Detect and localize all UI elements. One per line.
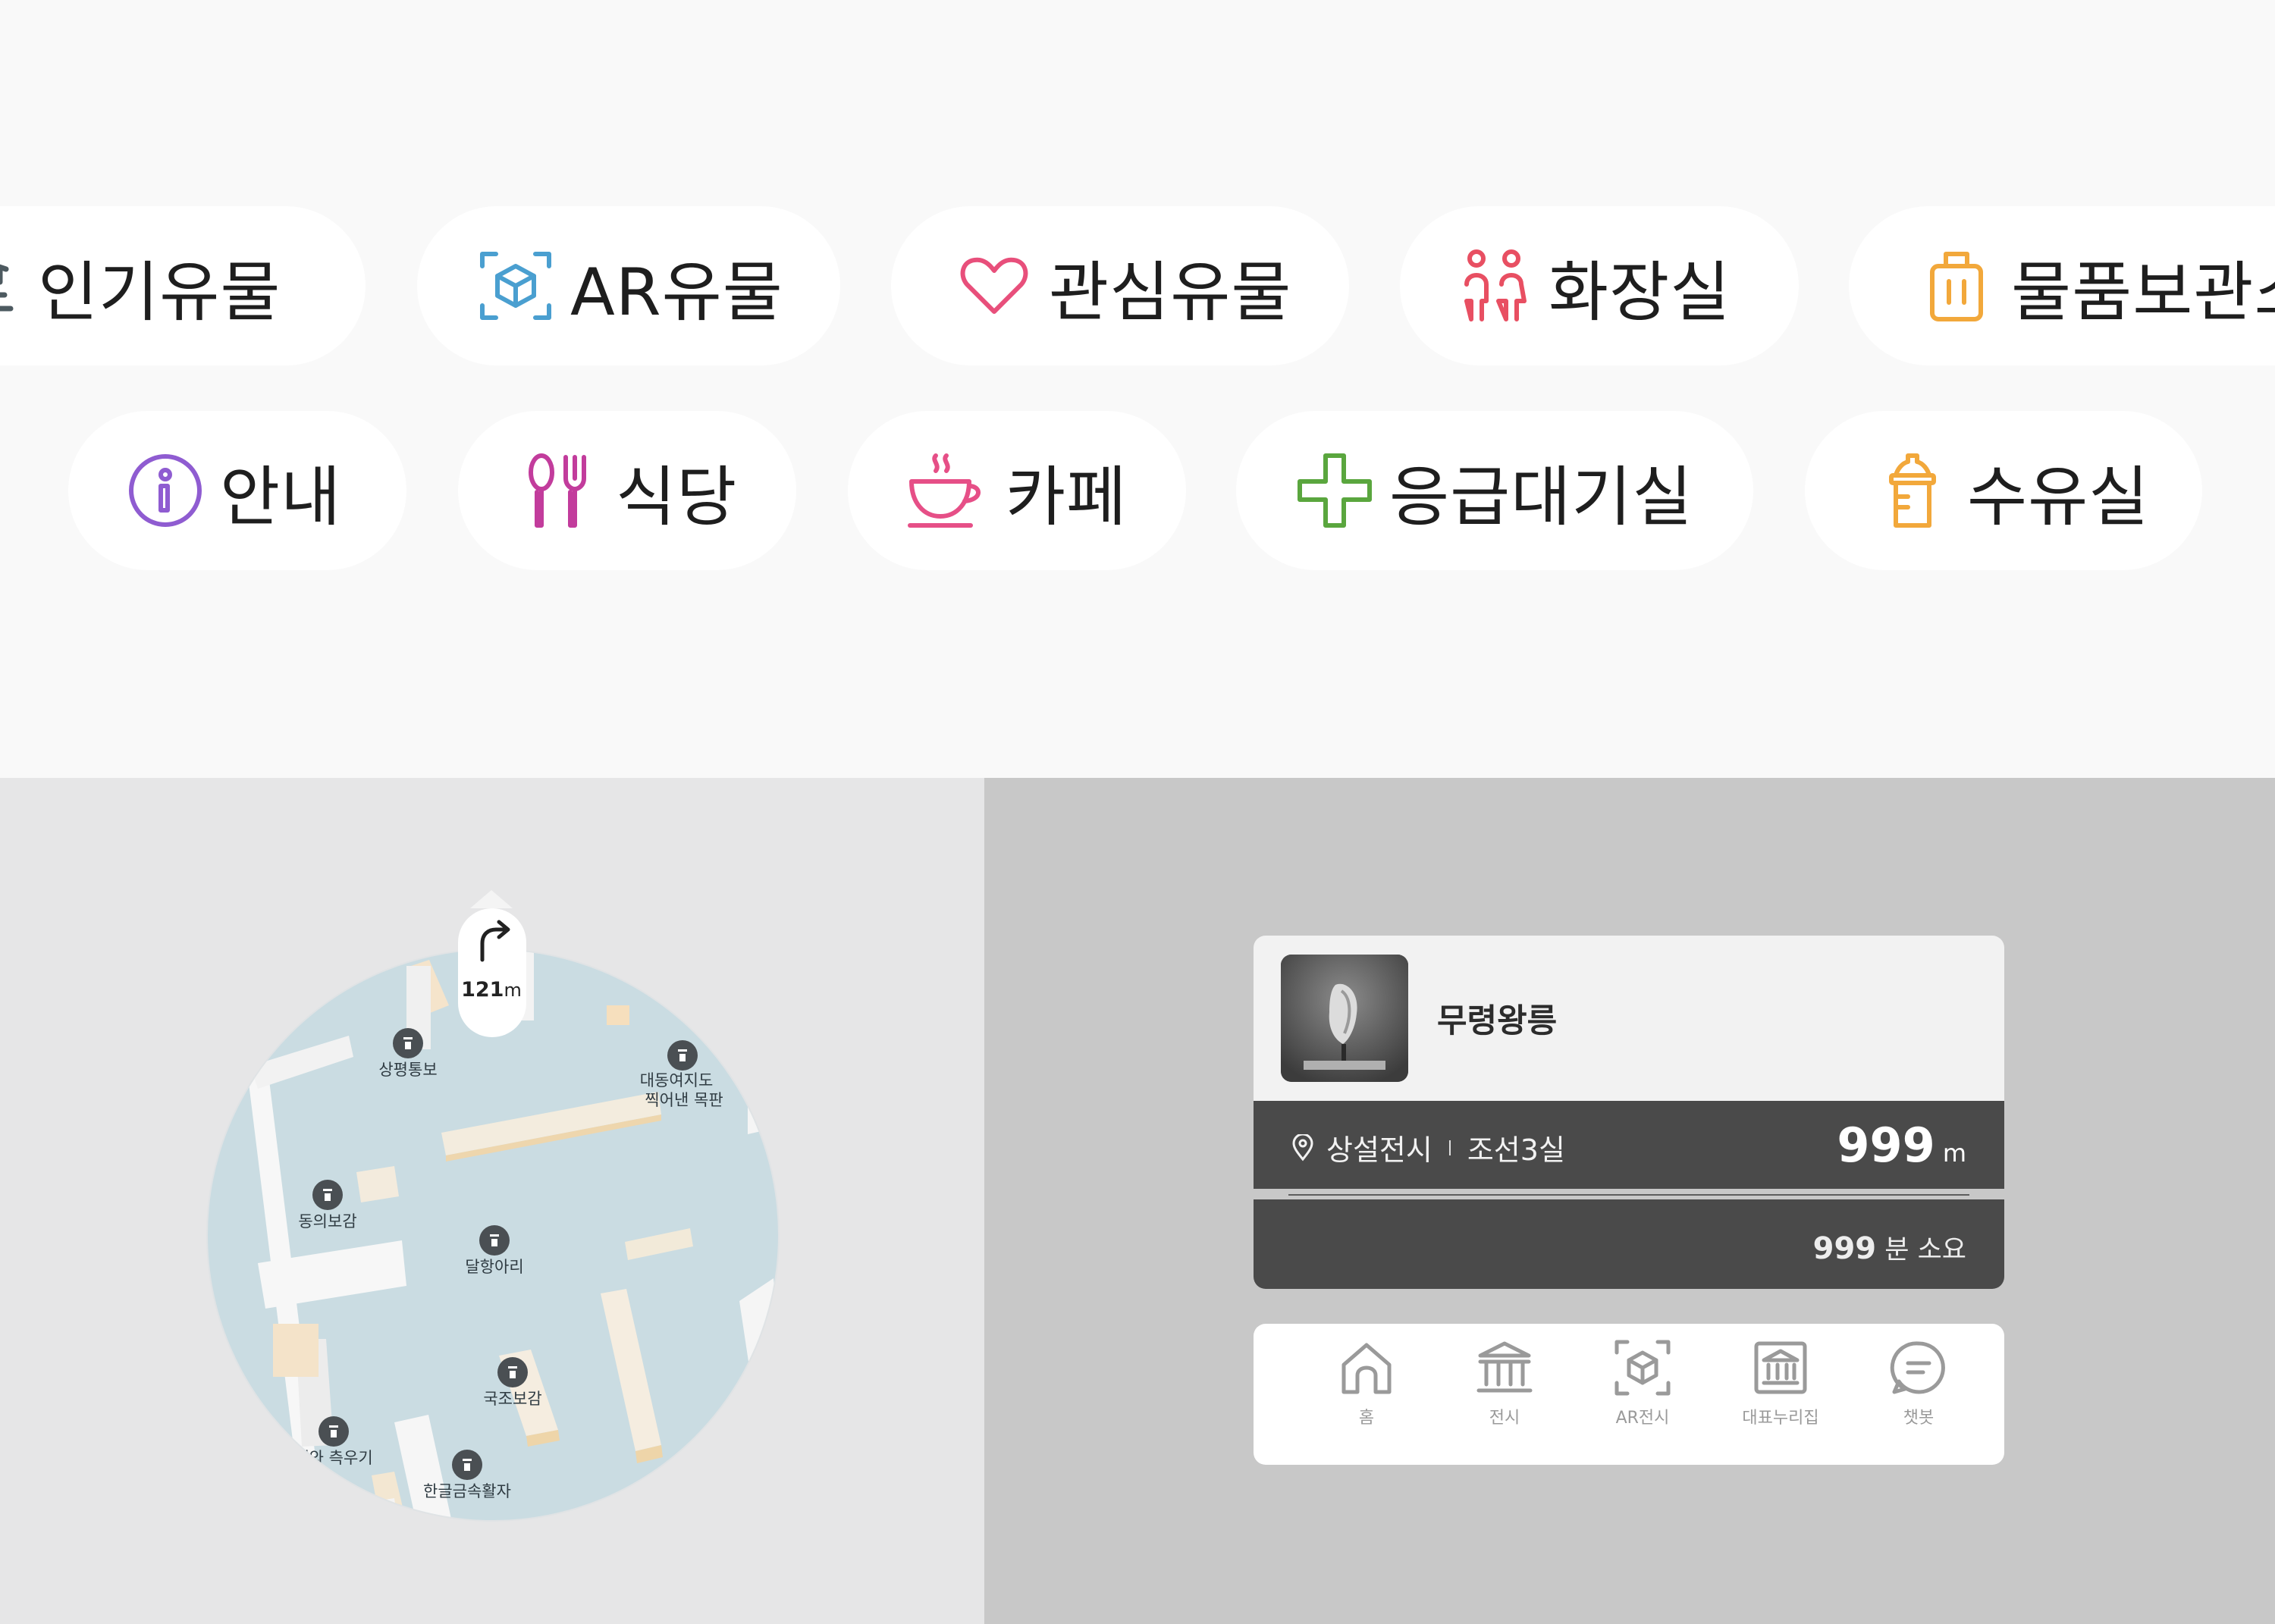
restroom-icon bbox=[1464, 249, 1527, 321]
direction-distance-unit: m bbox=[504, 980, 521, 1001]
artifact-card-header[interactable]: 무령왕릉 bbox=[1254, 936, 2004, 1101]
filter-chip-popular-artifacts[interactable]: 인기유물 bbox=[0, 206, 366, 365]
artifact-panel: 무령왕릉 상설전시 조선3실 999 m 999 분 소요 홈 전시 AR전시 … bbox=[984, 778, 2275, 1624]
filter-chip-label: 인기유물 bbox=[38, 254, 281, 331]
home-icon bbox=[1341, 1343, 1392, 1394]
location-separator bbox=[1448, 1140, 1451, 1155]
nav-label: 전시 bbox=[1489, 1409, 1520, 1428]
direction-distance: 121 bbox=[461, 978, 504, 1002]
nav-label: AR전시 bbox=[1615, 1409, 1670, 1428]
filter-chip-label: 응급대기실 bbox=[1389, 459, 1693, 535]
map-label-sangpyeong: 상평통보 bbox=[378, 1061, 437, 1079]
artifact-route-info: 상설전시 조선3실 999 m 999 분 소요 bbox=[1254, 1101, 2004, 1289]
coffee-cup-icon bbox=[908, 453, 981, 528]
artifact-title: 무령왕릉 bbox=[1437, 1002, 1558, 1040]
card-divider bbox=[1288, 1194, 1969, 1196]
minimap-panel: 상평통보 대동여지도 찍어낸 목판 동의보감 달항아리 국조보감 해와 측우기 … bbox=[0, 778, 984, 1624]
map-label-daedong-a: 대동여지도 bbox=[640, 1071, 714, 1089]
nav-item-home[interactable]: 홈 bbox=[1298, 1324, 1436, 1465]
filter-chip-restroom[interactable]: 화장실 bbox=[1400, 206, 1799, 365]
map-label-daedong-b: 찍어낸 목판 bbox=[645, 1091, 723, 1109]
nav-item-main-website[interactable]: 대표누리집 bbox=[1712, 1324, 1850, 1465]
filter-chip-label: 카페 bbox=[1006, 459, 1128, 535]
travel-time: 999 분 소요 bbox=[1813, 1228, 1966, 1267]
ar-cube-icon bbox=[1614, 1340, 1671, 1396]
popular-artifact-icon bbox=[0, 264, 14, 312]
filter-chip-ar-artifacts[interactable]: AR유물 bbox=[417, 206, 840, 365]
filter-chip-nursing-room[interactable]: 수유실 bbox=[1805, 411, 2202, 570]
distance-unit: m bbox=[1942, 1139, 1966, 1168]
museum-icon bbox=[1476, 1341, 1533, 1393]
filter-chip-label: 안내 bbox=[220, 459, 342, 535]
map-label-metal-type: 한글금속활자 bbox=[423, 1482, 511, 1500]
medical-cross-icon bbox=[1298, 453, 1372, 528]
nav-label: 홈 bbox=[1358, 1409, 1375, 1428]
bottom-navigation: 홈 전시 AR전시 대표누리집 챗봇 bbox=[1254, 1324, 2004, 1465]
heart-icon bbox=[960, 257, 1028, 314]
filter-chip-label: 화장실 bbox=[1549, 254, 1731, 331]
nav-label: 대표누리집 bbox=[1742, 1409, 1819, 1428]
filter-chip-label: 수유실 bbox=[1967, 459, 2150, 535]
baby-bottle-icon bbox=[1889, 453, 1936, 528]
filter-chip-label: 식당 bbox=[616, 459, 738, 535]
direction-indicator: 121m bbox=[458, 890, 526, 1037]
artifact-thumbnail bbox=[1281, 955, 1408, 1082]
filter-chip-luggage-storage[interactable]: 물품보관소 bbox=[1849, 206, 2275, 365]
luggage-icon bbox=[1930, 252, 1983, 321]
filter-chip-emergency-room[interactable]: 응급대기실 bbox=[1236, 411, 1753, 570]
nav-label: 챗봇 bbox=[1903, 1409, 1935, 1428]
map-label-moon-jar: 달항아리 bbox=[465, 1258, 523, 1276]
artifact-location: 상설전시 조선3실 bbox=[1291, 1127, 1565, 1168]
minimap[interactable]: 상평통보 대동여지도 찍어낸 목판 동의보감 달항아리 국조보감 해와 측우기 … bbox=[0, 778, 984, 1624]
filter-chip-info[interactable]: 안내 bbox=[68, 411, 406, 570]
filter-chip-label: 물품보관소 bbox=[2011, 254, 2275, 331]
ar-cube-icon bbox=[480, 252, 551, 320]
filter-chip-label: 관심유물 bbox=[1049, 254, 1292, 331]
travel-time-suffix: 분 소요 bbox=[1884, 1235, 1966, 1265]
location-hall: 상설전시 bbox=[1326, 1133, 1432, 1167]
info-icon bbox=[129, 454, 202, 527]
travel-time-value: 999 bbox=[1812, 1231, 1877, 1266]
location-pin-icon bbox=[1292, 1133, 1313, 1161]
filter-chip-favorite-artifacts[interactable]: 관심유물 bbox=[891, 206, 1349, 365]
map-label-gukjo: 국조보감 bbox=[483, 1390, 541, 1408]
museum-framed-icon bbox=[1754, 1341, 1807, 1394]
distance-value: 999 bbox=[1837, 1118, 1935, 1173]
svg-text:121m: 121m bbox=[461, 978, 522, 1002]
map-label-dongui: 동의보감 bbox=[298, 1212, 356, 1231]
filter-chip-restaurant[interactable]: 식당 bbox=[458, 411, 796, 570]
filter-chip-label: AR유물 bbox=[570, 254, 783, 331]
filter-chip-cafe[interactable]: 카페 bbox=[848, 411, 1186, 570]
nav-item-chatbot[interactable]: 챗봇 bbox=[1850, 1324, 1988, 1465]
nav-item-ar-exhibition[interactable]: AR전시 bbox=[1574, 1324, 1712, 1465]
restaurant-icon bbox=[529, 453, 586, 528]
chat-bubble-icon bbox=[1890, 1341, 1945, 1394]
category-filter-panel: 인기유물 AR유물 관심유물 화장실 물품보관소 bbox=[0, 0, 2275, 778]
location-room: 조선3실 bbox=[1467, 1133, 1565, 1167]
nav-item-exhibition[interactable]: 전시 bbox=[1436, 1324, 1574, 1465]
artifact-distance: 999 m bbox=[1837, 1118, 1966, 1173]
